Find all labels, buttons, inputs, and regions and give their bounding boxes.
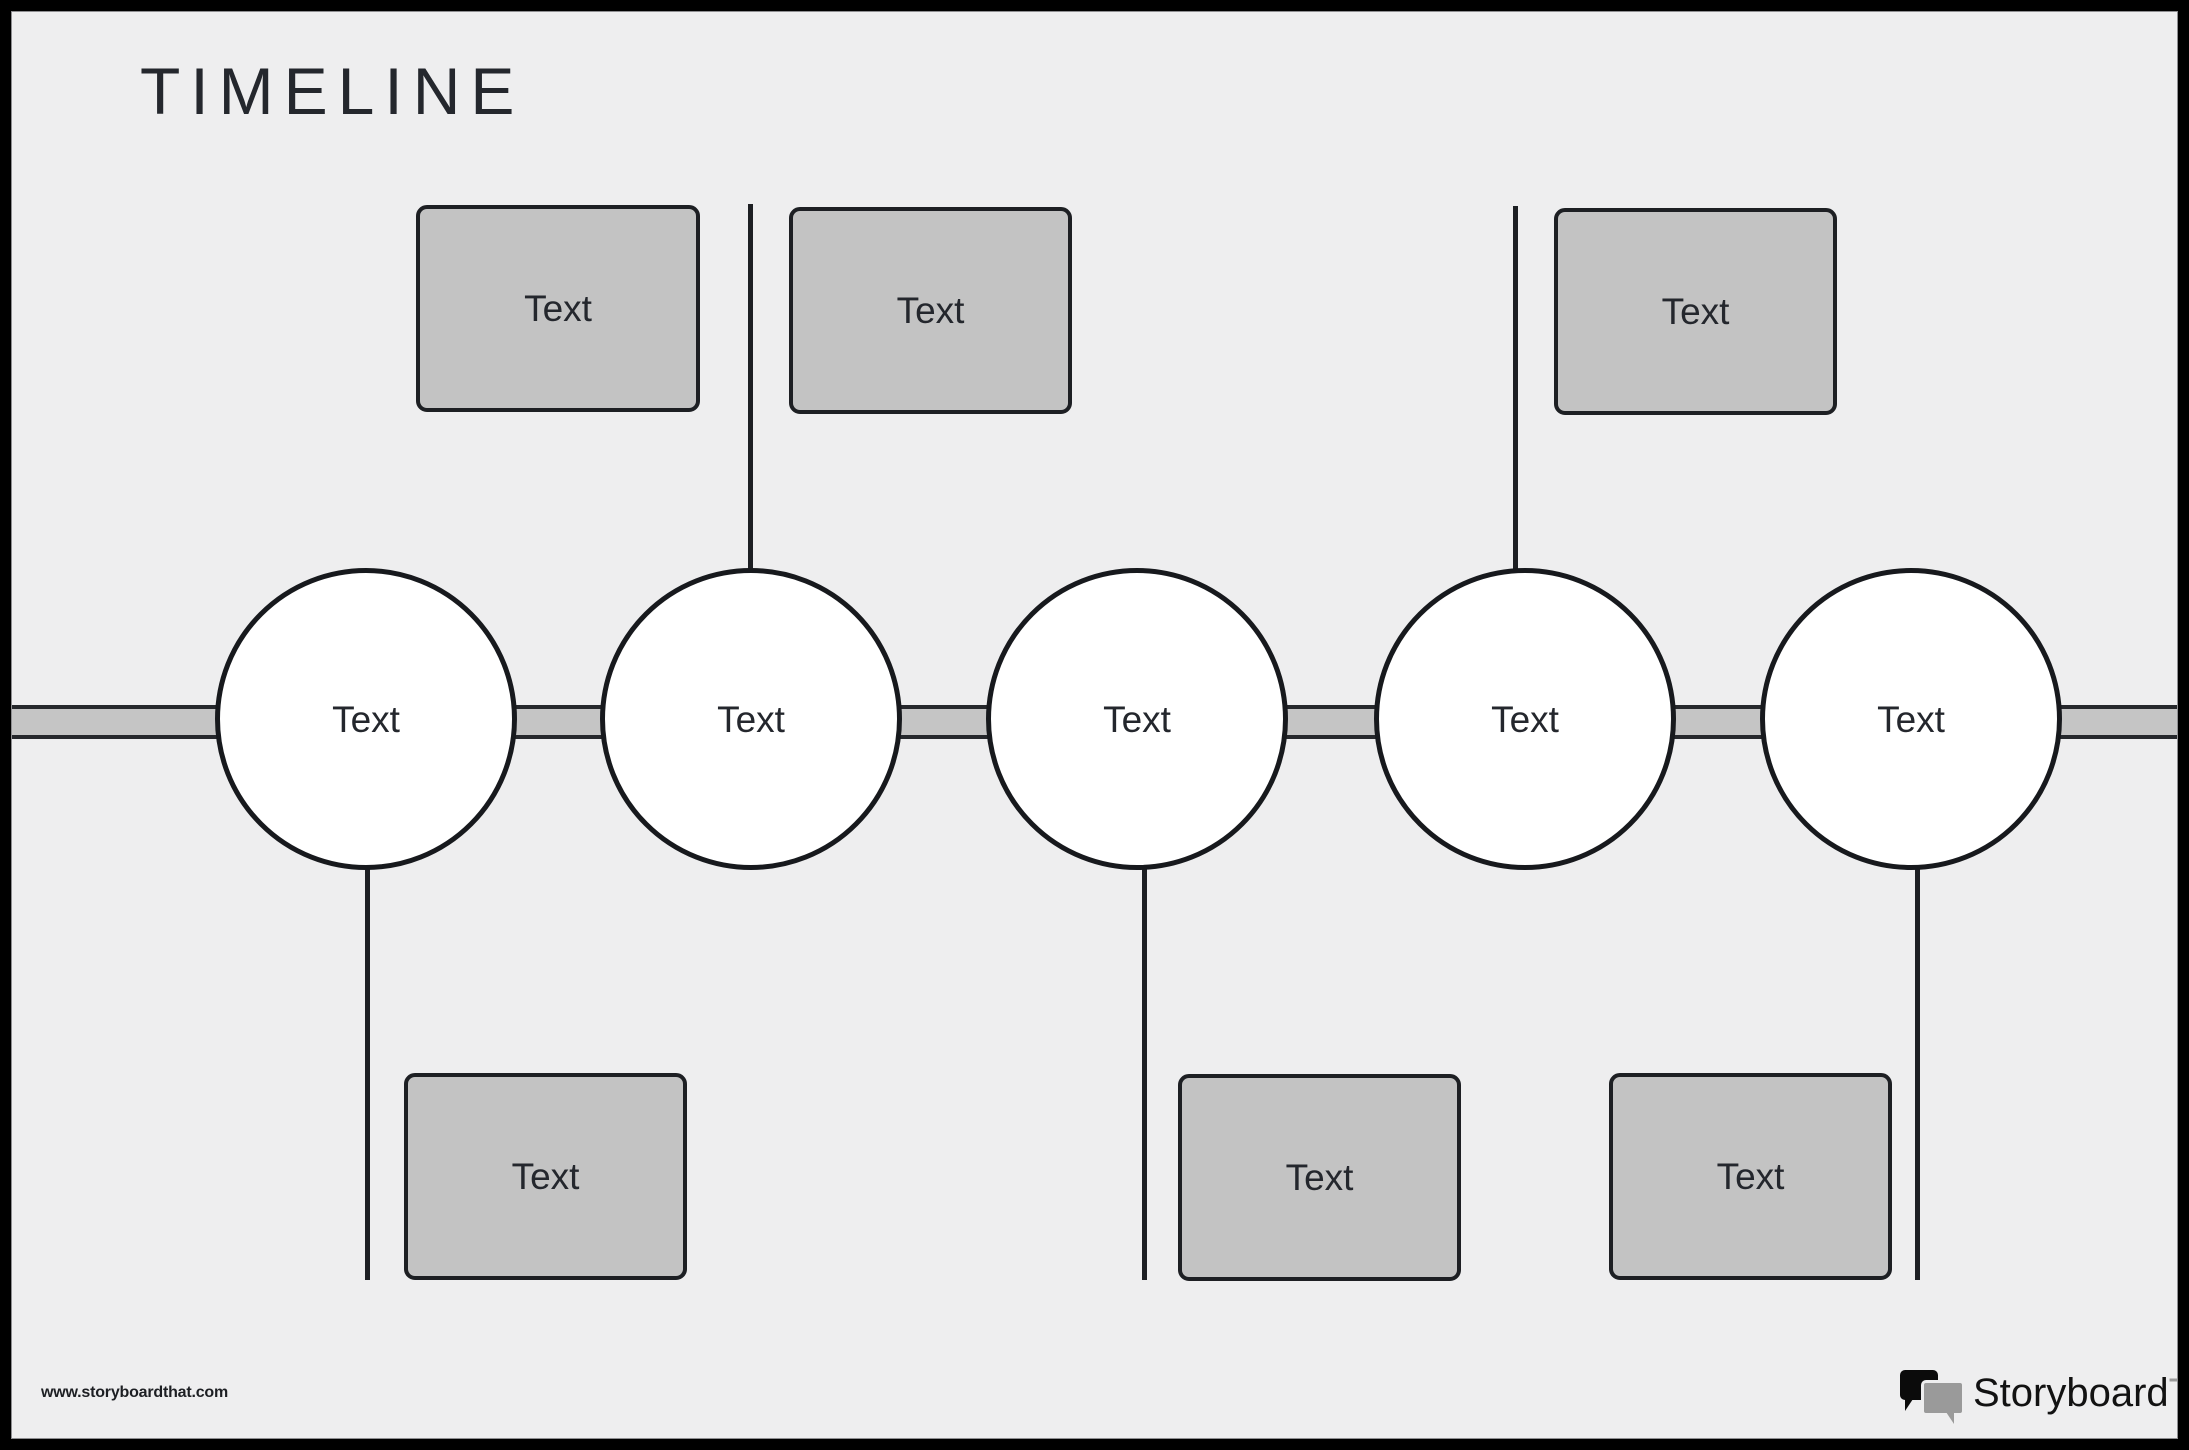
note-label: Text xyxy=(896,290,965,331)
connector-line-bottom-1 xyxy=(365,857,370,1280)
timeline-milestone-3[interactable]: Text xyxy=(986,568,1288,870)
note-label: Text xyxy=(1661,291,1730,332)
speech-bubbles-icon xyxy=(1900,1370,1965,1424)
speech-bubble-front-icon xyxy=(1921,1380,1965,1424)
milestone-label: Text xyxy=(1877,698,1945,740)
milestone-label: Text xyxy=(332,698,400,740)
watermark-url: www.storyboardthat.com xyxy=(41,1384,229,1401)
connector-line-top-2 xyxy=(748,204,753,594)
brand-name-secondary: That xyxy=(2169,1373,2177,1413)
timeline-milestone-1[interactable]: Text xyxy=(215,568,517,870)
timeline-note-bottom-3[interactable]: Text xyxy=(1609,1073,1892,1280)
timeline-milestone-2[interactable]: Text xyxy=(600,568,902,870)
timeline-milestone-5[interactable]: Text xyxy=(1760,568,2062,870)
storyboardthat-logo: Storyboard That xyxy=(1900,1367,2177,1424)
note-label: Text xyxy=(1285,1157,1354,1198)
timeline-note-top-1[interactable]: Text xyxy=(416,205,700,412)
connector-line-bottom-5 xyxy=(1915,857,1920,1280)
milestone-label: Text xyxy=(1103,698,1171,740)
milestone-label: Text xyxy=(717,698,785,740)
timeline-poster-canvas: TIMELINE Text Text Text Text Text Text T… xyxy=(0,0,2189,1450)
timeline-milestone-4[interactable]: Text xyxy=(1374,568,1676,870)
note-label: Text xyxy=(511,1156,580,1197)
poster-page: TIMELINE Text Text Text Text Text Text T… xyxy=(11,11,2178,1439)
connector-line-bottom-3 xyxy=(1142,857,1147,1280)
page-title: TIMELINE xyxy=(140,54,525,128)
timeline-note-bottom-1[interactable]: Text xyxy=(404,1073,687,1280)
timeline-note-bottom-2[interactable]: Text xyxy=(1178,1074,1461,1281)
timeline-note-top-3[interactable]: Text xyxy=(1554,208,1837,415)
timeline-note-top-2[interactable]: Text xyxy=(789,207,1072,414)
note-label: Text xyxy=(1716,1156,1785,1197)
connector-line-top-4 xyxy=(1513,206,1518,596)
milestone-label: Text xyxy=(1491,698,1559,740)
brand-name-primary: Storyboard xyxy=(1973,1371,2169,1415)
note-label: Text xyxy=(524,288,592,329)
